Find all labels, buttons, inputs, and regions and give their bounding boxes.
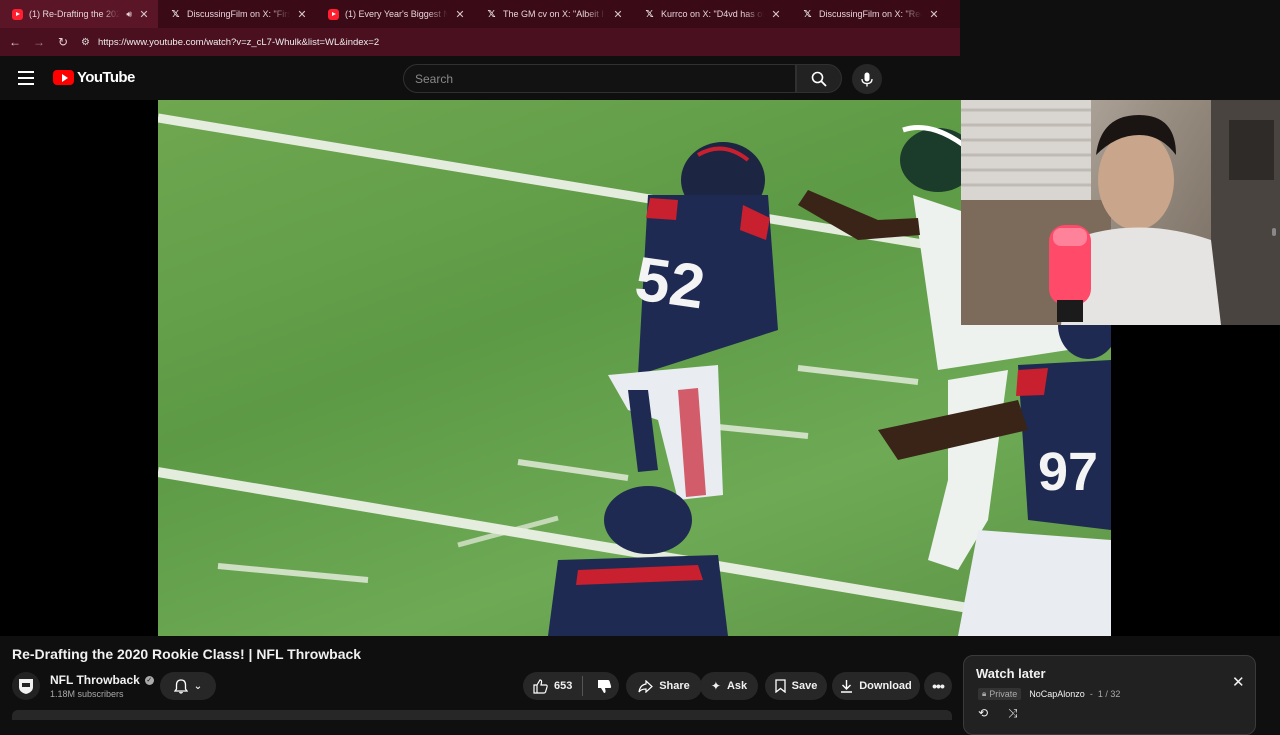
back-icon[interactable]: ← bbox=[3, 35, 27, 49]
share-button[interactable]: Share bbox=[626, 672, 702, 700]
search-icon bbox=[811, 71, 827, 87]
reload-icon[interactable]: ↻ bbox=[51, 35, 75, 49]
close-tab-icon[interactable]: ✕ bbox=[612, 8, 624, 21]
like-count: 653 bbox=[554, 680, 573, 692]
ask-label: Ask bbox=[726, 680, 748, 692]
tab-title: (1) Every Year's Biggest NFL Dra bbox=[345, 9, 448, 19]
thumbs-up-icon bbox=[533, 678, 548, 694]
browser-address-bar: ← → ↻ ⚙ https://www.youtube.com/watch?v=… bbox=[0, 28, 960, 56]
loop-icon[interactable]: ⟲ bbox=[978, 706, 988, 720]
browser-tab[interactable]: 𝕏 Kurrco on X: "D4vd has officiall ✕ bbox=[632, 0, 790, 28]
x-icon: 𝕏 bbox=[645, 8, 654, 20]
menu-icon[interactable] bbox=[18, 71, 34, 85]
playlist-title[interactable]: Watch later bbox=[976, 666, 1046, 681]
forward-icon[interactable]: → bbox=[27, 35, 51, 49]
browser-tab[interactable]: 𝕏 DiscussingFilm on X: "Red fuckin ✕ bbox=[790, 0, 948, 28]
download-button[interactable]: Download bbox=[832, 672, 920, 700]
close-tab-icon[interactable]: ✕ bbox=[928, 8, 940, 21]
logo-text: YouTube bbox=[77, 69, 135, 86]
playlist-owner[interactable]: NoCapAlonzo bbox=[1029, 689, 1085, 699]
tab-title: (1) Re-Drafting the 2020 Ro bbox=[29, 9, 121, 19]
chevron-down-icon: ⌄ bbox=[193, 680, 203, 692]
browser-tab[interactable]: (1) Re-Drafting the 2020 Ro 🔊︎ ✕ bbox=[0, 0, 158, 28]
more-actions-button[interactable]: ••• bbox=[924, 672, 952, 700]
tab-title: DiscussingFilm on X: "Red fuckin bbox=[819, 9, 922, 19]
x-icon: 𝕏 bbox=[487, 8, 496, 20]
notifications-button[interactable]: ⌄ bbox=[160, 672, 216, 700]
video-player[interactable]: 52 97 bbox=[0, 100, 1280, 636]
thumbs-down-icon[interactable] bbox=[597, 679, 612, 694]
download-label: Download bbox=[859, 680, 912, 692]
tab-title: DiscussingFilm on X: "First trail bbox=[187, 9, 290, 19]
voice-search-button[interactable] bbox=[852, 64, 882, 94]
browser-tab[interactable]: (1) Every Year's Biggest NFL Dra ✕ bbox=[316, 0, 474, 28]
webcam-overlay bbox=[961, 100, 1280, 325]
privacy-label: Private bbox=[989, 689, 1018, 699]
browser-tab-bar: (1) Re-Drafting the 2020 Ro 🔊︎ ✕ 𝕏 Discu… bbox=[0, 0, 960, 28]
bell-icon bbox=[173, 678, 188, 694]
ask-button[interactable]: ✦ Ask bbox=[700, 672, 758, 700]
share-label: Share bbox=[659, 680, 690, 692]
webcam-scene bbox=[961, 100, 1280, 325]
more-horizontal-icon: ••• bbox=[932, 678, 945, 694]
close-tab-icon[interactable]: ✕ bbox=[138, 8, 150, 21]
browser-tab[interactable]: 𝕏 DiscussingFilm on X: "First trail ✕ bbox=[158, 0, 316, 28]
youtube-icon bbox=[12, 8, 23, 20]
url-text: https://www.youtube.com/watch?v=z_cL7-Wh… bbox=[97, 36, 380, 48]
nfl-shield-icon bbox=[19, 679, 33, 694]
subscriber-count: 1.18M subscribers bbox=[50, 689, 124, 699]
url-field[interactable]: ⚙ https://www.youtube.com/watch?v=z_cL7-… bbox=[81, 31, 952, 53]
playlist-position: 1 / 32 bbox=[1097, 689, 1121, 699]
save-button[interactable]: Save bbox=[765, 672, 827, 700]
save-label: Save bbox=[791, 680, 818, 692]
microphone-icon bbox=[861, 72, 873, 86]
search-input[interactable]: Search bbox=[403, 64, 796, 93]
channel-name[interactable]: NFL Throwback ✓ bbox=[50, 673, 154, 687]
close-tab-icon[interactable]: ✕ bbox=[454, 8, 466, 21]
youtube-logo[interactable]: YouTube bbox=[53, 69, 135, 86]
video-title: Re-Drafting the 2020 Rookie Class! | NFL… bbox=[12, 646, 362, 662]
privacy-badge: 🔒︎ Private bbox=[978, 688, 1022, 700]
close-tab-icon[interactable]: ✕ bbox=[770, 8, 782, 21]
shuffle-icon[interactable]: ⤨ bbox=[1008, 706, 1018, 721]
share-icon bbox=[638, 679, 654, 693]
bookmark-icon bbox=[774, 679, 786, 693]
search-placeholder: Search bbox=[415, 71, 454, 86]
like-button[interactable]: 653 bbox=[523, 672, 619, 700]
divider bbox=[582, 676, 584, 696]
browser-tab[interactable]: 𝕏 The GM cv on X: "Albeit I don't ✕ bbox=[474, 0, 632, 28]
youtube-icon bbox=[328, 8, 339, 20]
description-box[interactable] bbox=[12, 710, 952, 720]
jersey-number: 97 bbox=[1038, 442, 1098, 502]
speaker-icon[interactable]: 🔊︎ bbox=[126, 9, 132, 20]
playlist-meta: 🔒︎ Private NoCapAlonzo - 1 / 32 bbox=[978, 688, 1120, 700]
sparkle-icon: ✦ bbox=[710, 679, 721, 693]
close-tab-icon[interactable]: ✕ bbox=[296, 8, 308, 21]
playlist-panel: Watch later 🔒︎ Private NoCapAlonzo - 1 /… bbox=[963, 655, 1256, 735]
youtube-header: YouTube Search bbox=[0, 56, 960, 100]
channel-avatar[interactable] bbox=[12, 672, 40, 700]
x-icon: 𝕏 bbox=[803, 8, 812, 20]
verified-icon: ✓ bbox=[144, 675, 154, 685]
x-icon: 𝕏 bbox=[171, 8, 180, 20]
tab-title: Kurrco on X: "D4vd has officiall bbox=[661, 9, 764, 19]
search-button[interactable] bbox=[796, 64, 842, 93]
scrollbar-thumb[interactable] bbox=[1272, 228, 1276, 236]
site-info-icon[interactable]: ⚙ bbox=[81, 37, 90, 48]
close-icon[interactable]: ✕ bbox=[1232, 673, 1245, 691]
youtube-play-icon bbox=[53, 70, 74, 85]
tab-title: The GM cv on X: "Albeit I don't bbox=[503, 9, 606, 19]
channel-name-text: NFL Throwback bbox=[50, 673, 140, 687]
lock-icon: 🔒︎ bbox=[982, 689, 987, 698]
separator: - bbox=[1089, 689, 1093, 699]
download-icon bbox=[841, 680, 853, 693]
jersey-number: 52 bbox=[631, 244, 709, 322]
